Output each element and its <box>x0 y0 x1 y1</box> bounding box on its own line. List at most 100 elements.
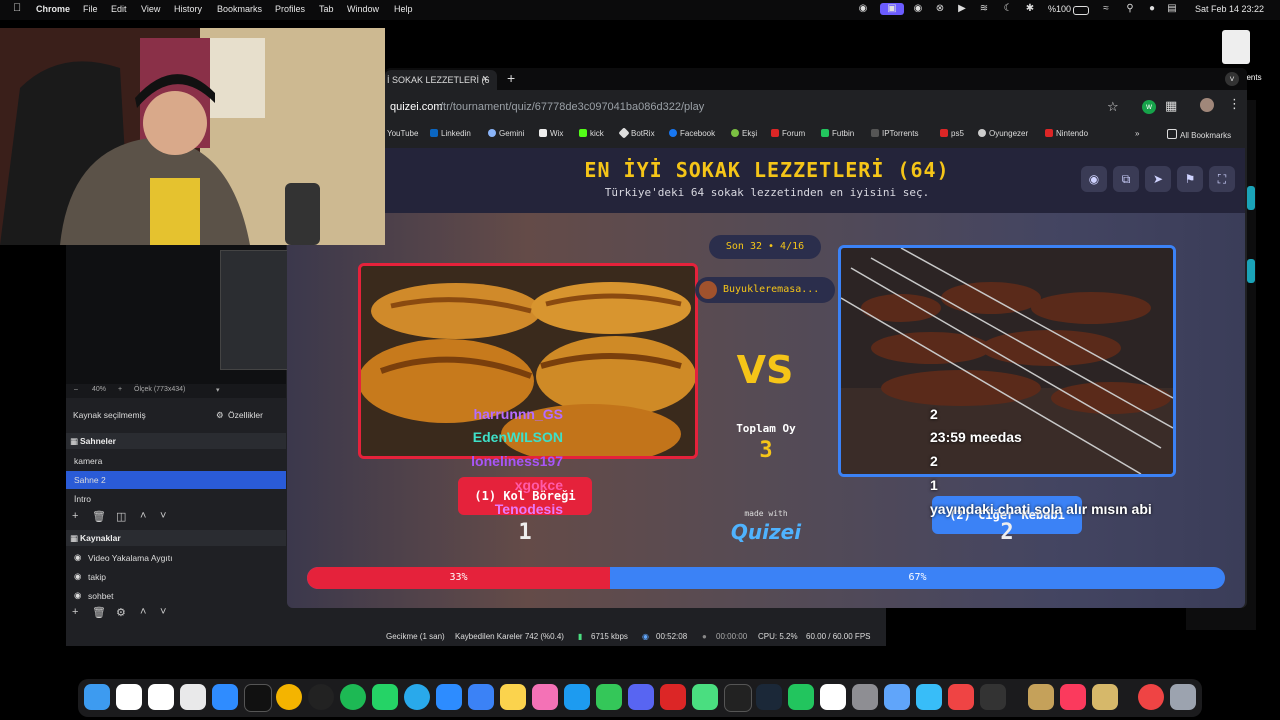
battery-icon[interactable] <box>1073 6 1089 15</box>
screen-share-icon[interactable]: ▣ <box>880 3 904 15</box>
control-center-icon[interactable]: ▤ <box>1166 3 1178 15</box>
quizei-logo[interactable]: Quizei <box>720 520 812 544</box>
messages-icon[interactable] <box>596 684 622 710</box>
clock[interactable]: Sat Feb 14 23:22 <box>1195 4 1264 14</box>
scene-item[interactable]: kamera <box>66 452 286 470</box>
menu-view[interactable]: View <box>141 4 160 14</box>
bookmark-item[interactable]: Oyungezer <box>978 129 1028 138</box>
move-up-icon[interactable]: ˄ <box>140 606 146 618</box>
app-icon[interactable] <box>1092 684 1118 710</box>
zoom-icon[interactable] <box>436 684 462 710</box>
add-source-icon[interactable]: + <box>72 606 78 618</box>
share-icon[interactable]: ➤ <box>1145 166 1171 192</box>
fullscreen-icon[interactable]: ⛶ <box>1209 166 1235 192</box>
menu-tab[interactable]: Tab <box>319 4 334 14</box>
copy-icon[interactable]: ⧉ <box>1113 166 1139 192</box>
desktop-document-icon[interactable] <box>1222 30 1250 64</box>
obs-preview[interactable] <box>66 244 288 384</box>
obs-status-icon[interactable]: ◉ <box>857 3 869 15</box>
app-icon[interactable] <box>468 684 494 710</box>
close-icon[interactable]: × <box>482 73 488 85</box>
move-down-icon[interactable]: ˅ <box>160 510 166 522</box>
chevron-down-icon[interactable]: ▾ <box>216 386 220 394</box>
bookmark-item[interactable]: ps5 <box>940 129 964 138</box>
app-icon[interactable] <box>148 684 174 710</box>
bookmark-star-icon[interactable]: ☆ <box>1107 99 1119 115</box>
app-icon[interactable] <box>948 684 974 710</box>
move-up-icon[interactable]: ˄ <box>140 510 146 522</box>
zoom-out-icon[interactable]: – <box>74 386 78 393</box>
bookmark-item[interactable]: Nintendo <box>1045 129 1088 138</box>
app-store-icon[interactable] <box>564 684 590 710</box>
menu-dots-icon[interactable]: ⋮ <box>1228 96 1241 112</box>
spotify-icon[interactable] <box>340 684 366 710</box>
gear-icon[interactable]: ⚙ <box>116 606 126 619</box>
menu-profiles[interactable]: Profiles <box>275 4 305 14</box>
music-icon[interactable] <box>1060 684 1086 710</box>
bluetooth-icon[interactable]: ✱ <box>1024 3 1036 15</box>
calendar-icon[interactable] <box>820 684 846 710</box>
move-down-icon[interactable]: ˅ <box>160 606 166 618</box>
app-icon[interactable] <box>884 684 910 710</box>
search-icon[interactable]: ⚲ <box>1124 3 1136 15</box>
source-item[interactable]: ◉ takip <box>66 568 286 586</box>
app-icon[interactable] <box>1028 684 1054 710</box>
menu-bookmarks[interactable]: Bookmarks <box>217 4 262 14</box>
bookmark-item[interactable]: Facebook <box>669 129 715 138</box>
obs-icon[interactable] <box>308 684 334 710</box>
address-bar[interactable]: quizei.com /tr/tournament/quiz/67778de3c… <box>385 96 1145 120</box>
app-icon[interactable] <box>916 684 942 710</box>
source-item[interactable]: ◉ Video Yakalama Aygıtı <box>66 549 286 567</box>
trash-icon[interactable]: 🗑 <box>92 606 106 619</box>
app-icon[interactable] <box>692 684 718 710</box>
bookmark-item[interactable]: IPTorrents <box>871 129 918 138</box>
more-bookmarks-icon[interactable]: » <box>1135 129 1139 138</box>
menu-file[interactable]: File <box>83 4 98 14</box>
bookmark-item[interactable]: Futbin <box>821 129 854 138</box>
facetime-icon[interactable] <box>788 684 814 710</box>
background-window-button[interactable] <box>1247 259 1255 283</box>
menu-app-name[interactable]: Chrome <box>36 4 70 14</box>
new-tab-icon[interactable]: + <box>507 70 515 86</box>
profile-avatar[interactable] <box>1200 98 1214 112</box>
app-icon[interactable] <box>724 684 752 712</box>
discord-icon[interactable] <box>628 684 654 710</box>
chrome-icon[interactable] <box>276 684 302 710</box>
bookmark-item[interactable]: Wix <box>539 129 563 138</box>
source-item[interactable]: ◉ sohbet <box>66 587 286 605</box>
bookmark-item[interactable]: Ekşi <box>731 129 757 138</box>
bookmark-item[interactable]: Linkedin <box>430 129 471 138</box>
record-icon[interactable]: ◉ <box>912 3 924 15</box>
launchpad-icon[interactable] <box>180 684 206 710</box>
scene-item[interactable]: İntro <box>66 490 286 508</box>
flag-icon[interactable]: ⚑ <box>1177 166 1203 192</box>
photos-icon[interactable] <box>532 684 558 710</box>
menu-history[interactable]: History <box>174 4 202 14</box>
settings-icon[interactable] <box>852 684 878 710</box>
add-scene-icon[interactable]: + <box>72 510 78 522</box>
eye-icon[interactable]: ◉ <box>1081 166 1107 192</box>
siri-icon[interactable]: ● <box>1146 3 1158 15</box>
app-status-icon[interactable]: ⊗ <box>934 3 946 15</box>
app-icon[interactable] <box>980 684 1006 710</box>
chatgpt-icon[interactable] <box>244 684 272 712</box>
finder-icon[interactable] <box>84 684 110 710</box>
yandex-icon[interactable] <box>116 684 142 710</box>
properties-button[interactable]: Özellikler <box>228 410 263 420</box>
wifi-icon[interactable]: ≈ <box>1100 3 1112 15</box>
menu-help[interactable]: Help <box>394 4 413 14</box>
bookmark-item[interactable]: kick <box>579 129 604 138</box>
safari-icon[interactable] <box>212 684 238 710</box>
audio-icon[interactable]: ≋ <box>978 3 990 15</box>
bookmark-item[interactable]: BotRix <box>618 127 655 139</box>
steam-icon[interactable] <box>756 684 782 710</box>
filter-icon[interactable]: ◫ <box>116 510 126 523</box>
browser-tab[interactable]: İ SOKAK LEZZETLERİ (6 × <box>385 70 497 90</box>
bookmark-item[interactable]: Gemini <box>488 129 524 138</box>
bookmark-item[interactable]: Forum <box>771 129 805 138</box>
puzzle-icon[interactable]: ▦ <box>1165 98 1177 114</box>
moon-icon[interactable]: ☾ <box>1002 3 1014 15</box>
bookmark-item[interactable]: YouTube <box>387 129 418 138</box>
whatsapp-icon[interactable] <box>372 684 398 710</box>
zoom-in-icon[interactable]: + <box>118 386 122 393</box>
